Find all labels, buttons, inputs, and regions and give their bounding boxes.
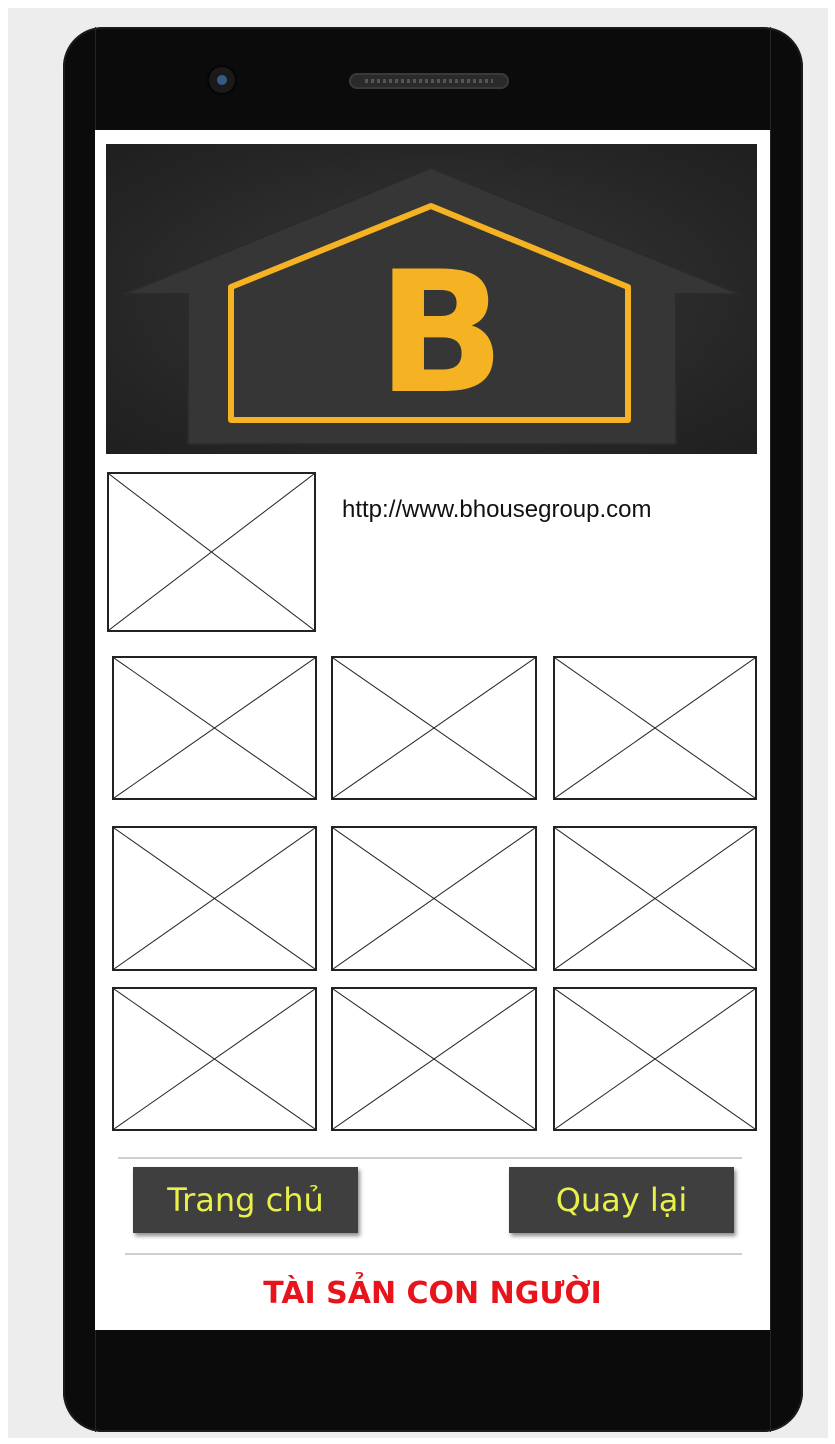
back-button[interactable]: Quay lại [509,1167,734,1233]
phone-edge-right [770,27,771,1432]
house-logo-icon: B [123,166,740,445]
gallery-item[interactable] [112,826,317,971]
gallery-item[interactable] [112,656,317,800]
gallery-item[interactable] [112,987,317,1131]
avatar-image-placeholder[interactable] [107,472,316,632]
logo-letter: B [377,235,505,431]
gallery-item[interactable] [553,987,757,1131]
slogan-text: TÀI SẢN CON NGƯỜI [263,1276,602,1311]
gallery-item[interactable] [553,656,757,800]
image-placeholder-icon [333,828,535,969]
nav-top-divider [118,1157,742,1159]
website-link[interactable]: http://www.bhousegroup.com [342,496,652,524]
nav-bottom-divider [125,1253,742,1255]
phone-screen: B http://www.bhousegroup.com Trang chủ Q… [95,130,770,1330]
speaker-grille-icon [349,73,509,89]
image-placeholder-icon [555,989,755,1129]
image-placeholder-icon [114,658,315,798]
image-placeholder-icon [555,828,755,969]
image-placeholder-icon [333,989,535,1129]
image-placeholder-icon [555,658,755,798]
gallery-item[interactable] [331,987,537,1131]
gallery-item[interactable] [331,656,537,800]
image-placeholder-icon [114,989,315,1129]
front-camera-icon [209,67,235,93]
brand-logo-banner: B [106,144,757,454]
image-placeholder-icon [114,828,315,969]
home-button[interactable]: Trang chủ [133,1167,358,1233]
image-placeholder-icon [109,474,314,630]
image-placeholder-icon [333,658,535,798]
gallery-item[interactable] [331,826,537,971]
gallery-item[interactable] [553,826,757,971]
